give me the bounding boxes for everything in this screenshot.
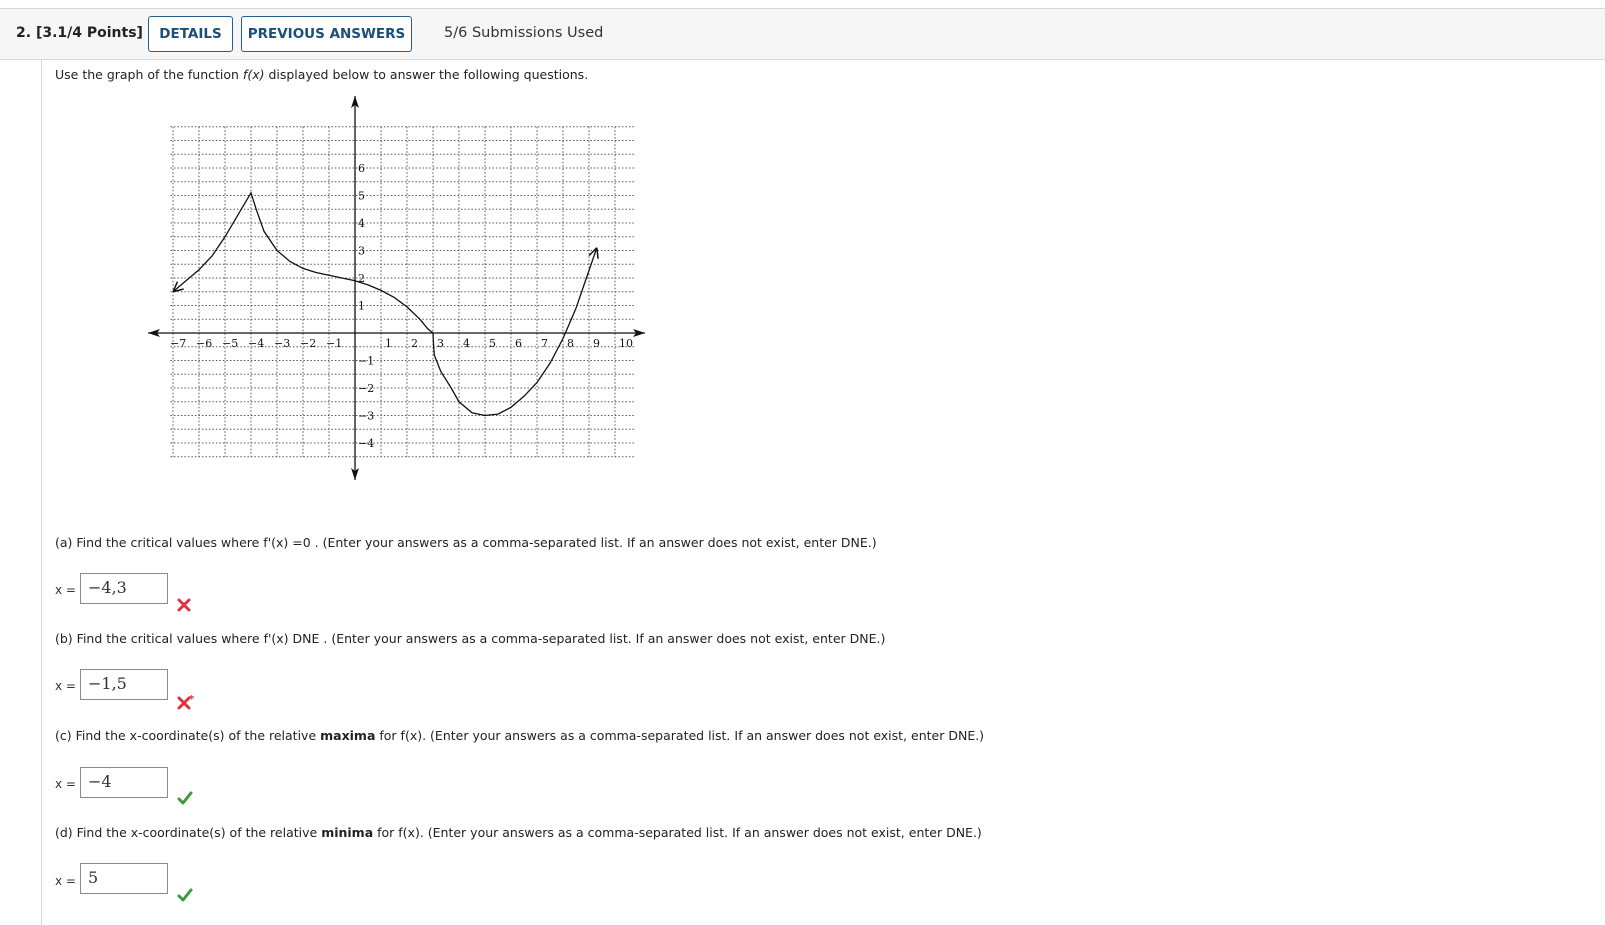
x-tick-label: −5 — [222, 337, 238, 350]
prompt-text-after: displayed below to answer the following … — [264, 67, 589, 82]
prompt-function: f(x) — [242, 67, 265, 82]
x-tick-label: 1 — [385, 337, 392, 350]
part-a-x-label: x = — [55, 583, 76, 597]
part-b-emph: DNE — [292, 631, 320, 646]
x-tick-label: 3 — [437, 337, 444, 350]
y-tick-label: −3 — [358, 410, 374, 423]
incorrect-x-icon — [177, 598, 191, 612]
svg-text:*: * — [189, 694, 195, 705]
question-number-points: 2. [3.1/4 Points] — [16, 25, 143, 41]
x-tick-label: 10 — [619, 337, 633, 350]
question-points: [3.1/4 Points] — [35, 25, 143, 41]
y-tick-label: 4 — [358, 217, 365, 230]
correct-check-icon — [177, 888, 193, 902]
part-d-question: (d) Find the x-coordinate(s) of the rela… — [55, 825, 982, 840]
part-c-text-before: (c) Find the x-coordinate(s) of the rela… — [55, 728, 321, 743]
x-tick-label: 6 — [515, 337, 522, 350]
part-d-answer-input[interactable]: 5 — [80, 863, 168, 894]
part-b-text-after: . (Enter your answers as a comma-separat… — [319, 631, 886, 646]
x-tick-label: 7 — [541, 337, 548, 350]
submissions-used: 5/6 Submissions Used — [444, 25, 604, 41]
part-c-text-after: for f(x). (Enter your answers as a comma… — [375, 728, 985, 743]
part-c-answer-input[interactable]: −4 — [80, 767, 168, 798]
previous-answers-button[interactable]: PREVIOUS ANSWERS — [241, 16, 412, 52]
y-tick-label: 6 — [358, 162, 365, 175]
y-tick-label: −1 — [358, 355, 374, 368]
x-tick-label: 8 — [567, 337, 574, 350]
x-tick-label: 9 — [593, 337, 600, 350]
y-tick-label: 1 — [358, 300, 365, 313]
part-b-text-before: (b) Find the critical values where f'(x) — [55, 631, 293, 646]
part-c-x-label: x = — [55, 777, 76, 791]
part-a-emph: =0 — [292, 535, 311, 550]
part-b-x-label: x = — [55, 679, 76, 693]
part-a-text-before: (a) Find the critical values where f'(x) — [55, 535, 293, 550]
part-a-answer-input[interactable]: −4,3 — [80, 573, 168, 604]
incorrect-x-star-icon: * — [177, 694, 195, 710]
x-tick-label: −4 — [248, 337, 264, 350]
part-c-question: (c) Find the x-coordinate(s) of the rela… — [55, 728, 984, 743]
x-tick-label: −3 — [274, 337, 290, 350]
x-tick-label: 4 — [463, 337, 470, 350]
part-d-text-after: for f(x). (Enter your answers as a comma… — [373, 825, 982, 840]
y-tick-label: −2 — [358, 382, 374, 395]
prompt-text-before: Use the graph of the function — [55, 67, 243, 82]
question-body-rule — [41, 60, 42, 925]
correct-check-icon — [177, 791, 193, 805]
part-a-question: (a) Find the critical values where f'(x)… — [55, 535, 877, 550]
part-a-text-after: . (Enter your answers as a comma-separat… — [310, 535, 877, 550]
part-c-emph: maxima — [320, 728, 376, 743]
question-number: 2. — [16, 25, 32, 41]
x-tick-label: 2 — [411, 337, 418, 350]
function-graph: −7 −6 −5 −4 −3 −2 −1 1 2 3 4 5 6 7 8 9 10654321−1−2−3−4 — [148, 96, 645, 480]
y-tick-label: −4 — [358, 437, 374, 450]
part-b-answer-input[interactable]: −1,5 — [80, 669, 168, 700]
part-b-question: (b) Find the critical values where f'(x)… — [55, 631, 885, 646]
part-d-emph: minima — [321, 825, 374, 840]
details-button[interactable]: DETAILS — [148, 16, 233, 52]
part-d-text-before: (d) Find the x-coordinate(s) of the rela… — [55, 825, 322, 840]
x-tick-label: −7 — [170, 337, 186, 350]
question-prompt: Use the graph of the function f(x) displ… — [55, 67, 588, 82]
y-tick-label: 5 — [358, 190, 365, 203]
function-curve — [172, 191, 598, 417]
x-tick-label: −6 — [196, 337, 212, 350]
y-tick-label: 3 — [358, 245, 365, 258]
question-header: 2. [3.1/4 Points] DETAILS PREVIOUS ANSWE… — [0, 8, 1605, 60]
part-d-x-label: x = — [55, 874, 76, 888]
x-tick-label: −1 — [326, 337, 342, 350]
x-tick-label: 5 — [489, 337, 496, 350]
x-tick-label: −2 — [300, 337, 316, 350]
